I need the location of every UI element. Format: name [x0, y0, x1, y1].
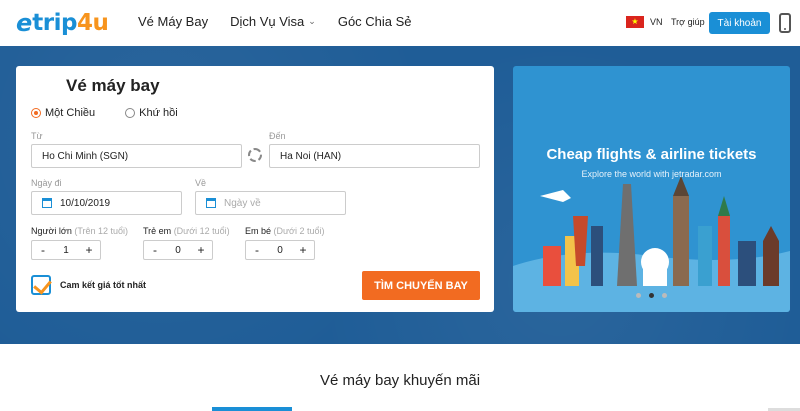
return-date-field[interactable]: Ngày về: [195, 191, 346, 215]
vietnam-flag-icon[interactable]: ★: [626, 16, 644, 28]
promo-section-title: Vé máy bay khuyến mãi: [319, 372, 481, 389]
radio-round-trip[interactable]: Khứ hồi: [125, 107, 178, 119]
infants-label-text: Em bé: [245, 226, 272, 236]
depart-date-value: 10/10/2019: [60, 197, 111, 209]
depart-date-field[interactable]: 10/10/2019: [31, 191, 182, 215]
checkmark-icon: [31, 275, 51, 295]
calendar-icon: [42, 198, 52, 208]
radio-one-way[interactable]: Một Chiều: [31, 107, 95, 119]
radio-label: Một Chiều: [45, 107, 96, 119]
carousel-dot[interactable]: [636, 293, 641, 298]
adults-sub: (Trên 12 tuổi): [74, 226, 129, 236]
language-label[interactable]: VN: [650, 17, 663, 27]
depart-label: Ngày đi: [31, 178, 62, 188]
nav-item-flights[interactable]: Vé Máy Bay: [138, 14, 208, 29]
promo-banner[interactable]: Cheap flights & airline tickets Explore …: [513, 66, 790, 312]
adults-label: Người lớn (Trên 12 tuổi): [31, 226, 128, 236]
children-count: 0: [175, 244, 181, 256]
nav-item-visa[interactable]: Dịch Vụ Visa ⌄: [230, 14, 316, 29]
nav-label: Dịch Vụ Visa: [230, 14, 305, 29]
main-nav: Vé Máy Bay Dịch Vụ Visa ⌄ Góc Chia Sẻ: [138, 14, 434, 29]
carousel-dot[interactable]: [662, 293, 667, 298]
hero-section: Vé máy bay Một Chiều Khứ hồi Từ Ho Chi M…: [0, 46, 800, 344]
increment-button[interactable]: +: [292, 241, 314, 259]
nav-label: Vé Máy Bay: [138, 14, 209, 29]
adults-stepper: - 1 +: [31, 240, 101, 260]
promo-tab-indicator[interactable]: [212, 407, 292, 411]
adults-count: 1: [63, 244, 69, 256]
from-label: Từ: [31, 131, 43, 141]
decrement-button[interactable]: -: [32, 241, 54, 259]
infants-sub: (Dưới 2 tuổi): [273, 226, 325, 236]
landmarks-illustration: [513, 176, 790, 312]
search-flights-button[interactable]: TÌM CHUYẾN BAY: [362, 271, 480, 300]
infants-label: Em bé (Dưới 2 tuổi): [245, 226, 324, 236]
logo[interactable]: e trip 4u: [16, 8, 109, 38]
banner-subtitle: Explore the world with jetradar.com: [581, 169, 722, 179]
site-header: e trip 4u Vé Máy Bay Dịch Vụ Visa ⌄ Góc Chi…: [0, 0, 800, 46]
return-label: Về: [195, 178, 207, 188]
increment-button[interactable]: +: [78, 241, 100, 259]
banner-title: Cheap flights & airline tickets: [546, 146, 757, 163]
carousel-dot-active[interactable]: [649, 293, 654, 298]
logo-accent: 4u: [76, 10, 109, 36]
radio-checked-icon: [31, 108, 41, 118]
to-label: Đến: [269, 131, 286, 141]
radio-label: Khứ hồi: [139, 107, 178, 119]
help-link[interactable]: Trợ giúp: [671, 17, 705, 27]
infants-stepper: - 0 +: [245, 240, 315, 260]
to-field[interactable]: Ha Noi (HAN): [269, 144, 480, 168]
adults-label-text: Người lớn: [31, 226, 72, 236]
decrement-button[interactable]: -: [246, 241, 268, 259]
return-date-placeholder: Ngày về: [224, 197, 261, 209]
logo-name: trip: [32, 10, 77, 36]
nav-label: Góc Chia Sẻ: [337, 14, 412, 29]
account-button[interactable]: Tài khoản: [709, 12, 770, 34]
best-price-guarantee: Cam kết giá tốt nhất: [60, 280, 147, 290]
form-title: Vé máy bay: [66, 76, 160, 95]
children-sub: (Dưới 12 tuổi): [173, 226, 230, 236]
flight-search-form: Vé máy bay Một Chiều Khứ hồi Từ Ho Chi M…: [16, 66, 494, 312]
infants-count: 0: [277, 244, 283, 256]
children-label-text: Trẻ em: [143, 226, 172, 236]
radio-unchecked-icon: [125, 108, 136, 118]
nav-item-blog[interactable]: Góc Chia Sẻ: [338, 14, 412, 29]
decrement-button[interactable]: -: [144, 241, 166, 259]
swap-icon[interactable]: [248, 148, 262, 162]
trip-type-group: Một Chiều Khứ hồi: [31, 107, 208, 119]
mobile-icon[interactable]: [779, 13, 791, 33]
children-stepper: - 0 +: [143, 240, 213, 260]
carousel-dots: [513, 293, 790, 298]
increment-button[interactable]: +: [190, 241, 212, 259]
logo-prefix: e: [16, 9, 33, 37]
from-field[interactable]: Ho Chi Minh (SGN): [31, 144, 242, 168]
children-label: Trẻ em (Dưới 12 tuổi): [143, 226, 230, 236]
chevron-down-icon: ⌄: [308, 16, 316, 26]
calendar-icon: [206, 198, 216, 208]
